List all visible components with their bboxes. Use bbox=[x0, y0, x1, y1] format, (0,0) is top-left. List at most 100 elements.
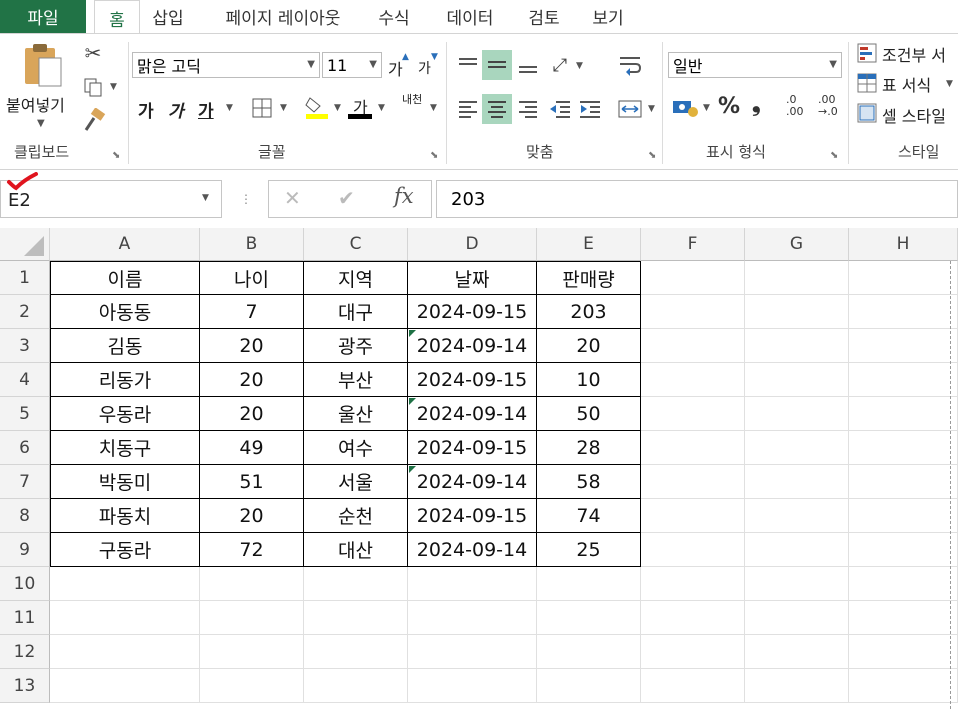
cell-C1[interactable]: 지역 bbox=[304, 261, 408, 295]
cell-A13[interactable] bbox=[50, 669, 200, 703]
cell-F9[interactable] bbox=[641, 533, 745, 567]
cell-C8[interactable]: 순천 bbox=[304, 499, 408, 533]
cell-F1[interactable] bbox=[641, 261, 745, 295]
formula-input[interactable]: 203 bbox=[436, 180, 958, 218]
cell-C3[interactable]: 광주 bbox=[304, 329, 408, 363]
cell-B1[interactable]: 나이 bbox=[200, 261, 304, 295]
cell-E2[interactable]: 203 bbox=[537, 295, 641, 329]
conditional-formatting-button[interactable]: 조건부 서 bbox=[882, 42, 946, 66]
font-color-dropdown-icon[interactable]: ▼ bbox=[378, 103, 385, 113]
column-header-c[interactable]: C bbox=[304, 228, 408, 261]
cell-H2[interactable] bbox=[849, 295, 958, 329]
cell-A1[interactable]: 이름 bbox=[50, 261, 200, 295]
cell-E12[interactable] bbox=[537, 635, 641, 669]
cell-G8[interactable] bbox=[745, 499, 849, 533]
merge-center-icon[interactable] bbox=[616, 94, 644, 124]
fill-color-dropdown-icon[interactable]: ▼ bbox=[334, 103, 341, 113]
cell-F8[interactable] bbox=[641, 499, 745, 533]
cell-B6[interactable]: 49 bbox=[200, 431, 304, 465]
phonetic-button[interactable]: 내천 bbox=[402, 94, 424, 106]
format-painter-icon[interactable] bbox=[82, 108, 106, 132]
clipboard-launcher-icon[interactable]: ⬊ bbox=[112, 150, 120, 161]
cell-C6[interactable]: 여수 bbox=[304, 431, 408, 465]
column-header-d[interactable]: D bbox=[408, 228, 537, 261]
tab-insert[interactable]: 삽입 bbox=[148, 0, 188, 33]
cell-H8[interactable] bbox=[849, 499, 958, 533]
shrink-font-button[interactable]: 가 bbox=[418, 58, 431, 78]
cell-E13[interactable] bbox=[537, 669, 641, 703]
cell-H12[interactable] bbox=[849, 635, 958, 669]
paste-dropdown-icon[interactable]: ▼ bbox=[37, 118, 45, 129]
grow-font-button[interactable]: 가 bbox=[388, 56, 403, 80]
phonetic-dropdown-icon[interactable]: ▼ bbox=[430, 103, 437, 113]
borders-icon[interactable] bbox=[250, 96, 274, 120]
paste-button[interactable]: 붙여넣기 bbox=[6, 92, 65, 116]
cell-A2[interactable]: 아동동 bbox=[50, 295, 200, 329]
row-header-7[interactable]: 7 bbox=[0, 465, 50, 499]
cell-D8[interactable]: 2024-09-15 bbox=[408, 499, 537, 533]
cell-D9[interactable]: 2024-09-14 bbox=[408, 533, 537, 567]
row-header-1[interactable]: 1 bbox=[0, 261, 50, 295]
row-header-4[interactable]: 4 bbox=[0, 363, 50, 397]
cell-G1[interactable] bbox=[745, 261, 849, 295]
cell-D12[interactable] bbox=[408, 635, 537, 669]
font-launcher-icon[interactable]: ⬊ bbox=[430, 150, 438, 161]
orientation-icon[interactable]: ⤢ bbox=[546, 50, 574, 80]
column-header-f[interactable]: F bbox=[641, 228, 745, 261]
cell-A5[interactable]: 우동라 bbox=[50, 397, 200, 431]
align-center-icon[interactable] bbox=[482, 94, 512, 124]
column-header-h[interactable]: H bbox=[849, 228, 958, 261]
cell-D3[interactable]: 2024-09-14 bbox=[408, 329, 537, 363]
row-header-13[interactable]: 13 bbox=[0, 669, 50, 703]
cell-E5[interactable]: 50 bbox=[537, 397, 641, 431]
row-header-3[interactable]: 3 bbox=[0, 329, 50, 363]
select-all-corner[interactable] bbox=[0, 228, 50, 261]
cell-G4[interactable] bbox=[745, 363, 849, 397]
number-format-select[interactable]: 일반 ▼ bbox=[668, 52, 842, 78]
cell-F3[interactable] bbox=[641, 329, 745, 363]
borders-dropdown-icon[interactable]: ▼ bbox=[280, 103, 287, 113]
paste-icon[interactable] bbox=[20, 42, 66, 88]
tab-view[interactable]: 보기 bbox=[586, 0, 630, 33]
cell-B5[interactable]: 20 bbox=[200, 397, 304, 431]
cell-E8[interactable]: 74 bbox=[537, 499, 641, 533]
row-header-11[interactable]: 11 bbox=[0, 601, 50, 635]
enter-icon[interactable]: ✔ bbox=[338, 186, 355, 210]
cell-H11[interactable] bbox=[849, 601, 958, 635]
cell-C2[interactable]: 대구 bbox=[304, 295, 408, 329]
copy-dropdown-icon[interactable]: ▼ bbox=[110, 82, 117, 92]
cell-E1[interactable]: 판매량 bbox=[537, 261, 641, 295]
format-as-table-dropdown-icon[interactable]: ▼ bbox=[946, 79, 953, 89]
cell-E10[interactable] bbox=[537, 567, 641, 601]
conditional-formatting-icon[interactable] bbox=[856, 42, 878, 64]
cell-G3[interactable] bbox=[745, 329, 849, 363]
cell-C9[interactable]: 대산 bbox=[304, 533, 408, 567]
align-right-icon[interactable] bbox=[514, 94, 542, 124]
increase-decimal-button[interactable]: .0 .00 bbox=[786, 94, 814, 118]
font-name-select[interactable]: 맑은 고딕 ▼ bbox=[132, 52, 320, 78]
cell-E7[interactable]: 58 bbox=[537, 465, 641, 499]
cell-B3[interactable]: 20 bbox=[200, 329, 304, 363]
cell-F12[interactable] bbox=[641, 635, 745, 669]
cell-B11[interactable] bbox=[200, 601, 304, 635]
cell-H4[interactable] bbox=[849, 363, 958, 397]
row-header-5[interactable]: 5 bbox=[0, 397, 50, 431]
format-as-table-icon[interactable] bbox=[856, 72, 878, 94]
cell-B13[interactable] bbox=[200, 669, 304, 703]
cell-A10[interactable] bbox=[50, 567, 200, 601]
cell-G2[interactable] bbox=[745, 295, 849, 329]
cell-H6[interactable] bbox=[849, 431, 958, 465]
cell-F2[interactable] bbox=[641, 295, 745, 329]
wrap-text-icon[interactable] bbox=[616, 50, 644, 80]
cell-A9[interactable]: 구동라 bbox=[50, 533, 200, 567]
increase-indent-icon[interactable] bbox=[576, 94, 604, 124]
cell-B7[interactable]: 51 bbox=[200, 465, 304, 499]
tab-data[interactable]: 데이터 bbox=[440, 0, 500, 33]
row-header-9[interactable]: 9 bbox=[0, 533, 50, 567]
cell-H1[interactable] bbox=[849, 261, 958, 295]
cell-C11[interactable] bbox=[304, 601, 408, 635]
align-left-icon[interactable] bbox=[454, 94, 482, 124]
tab-formulas[interactable]: 수식 bbox=[372, 0, 416, 33]
cell-H13[interactable] bbox=[849, 669, 958, 703]
comma-button[interactable]: ❟ bbox=[752, 92, 761, 117]
